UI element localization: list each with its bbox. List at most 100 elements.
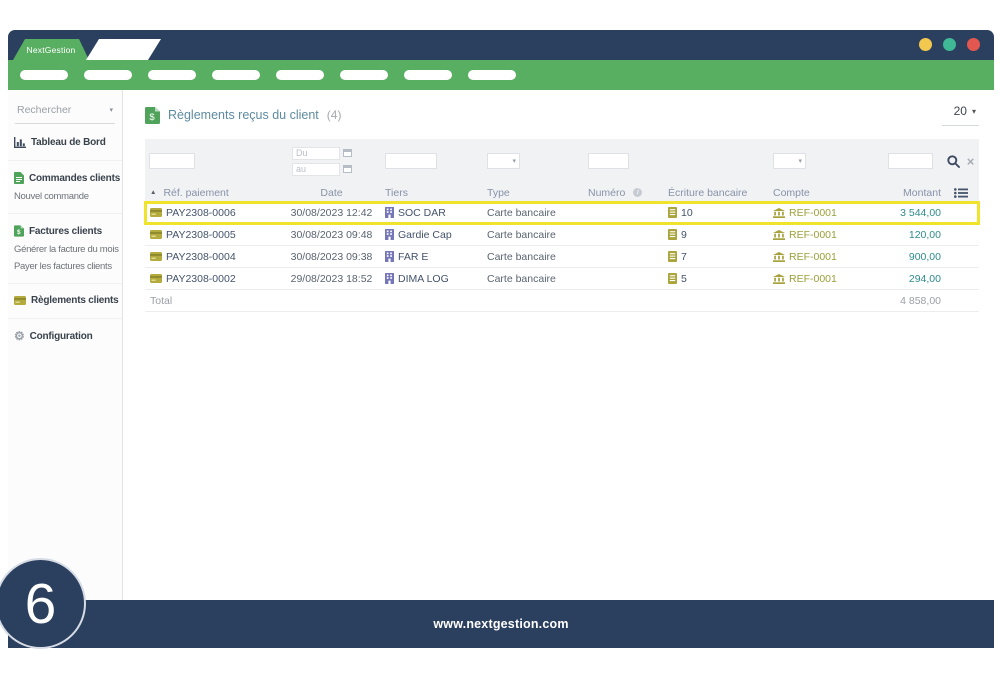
table-row[interactable]: PAY2308-0002 29/08/2023 18:52 DIMA LOG C… (145, 268, 979, 290)
sidebar: Rechercher ▾ Tableau de Bord Commandes c… (8, 90, 123, 600)
payment-card-icon (150, 274, 162, 283)
table-row[interactable]: PAY2308-0004 30/08/2023 09:38 FAR E Cart… (145, 246, 979, 268)
account-ref[interactable]: REF-0001 (789, 229, 837, 241)
window-titlebar: NextGestion (8, 30, 994, 60)
date-from-input[interactable] (292, 147, 340, 160)
list-icon (954, 188, 968, 198)
bank-entry-icon (668, 207, 677, 218)
montant-filter-input[interactable] (888, 153, 933, 169)
sidebar-item-tableau-de-bord[interactable]: Tableau de Bord (8, 133, 122, 152)
column-header-numero[interactable]: Numéro i (558, 183, 646, 202)
nav-item-placeholder[interactable] (212, 70, 260, 80)
bank-entry-icon (668, 229, 677, 240)
nav-item-placeholder[interactable] (468, 70, 516, 80)
payment-numero (558, 202, 646, 223)
account-ref[interactable]: REF-0001 (789, 207, 837, 219)
tiers-filter-input[interactable] (385, 153, 437, 169)
building-icon (385, 251, 394, 262)
payment-numero (558, 246, 646, 267)
nav-item-placeholder[interactable] (84, 70, 132, 80)
payment-ref[interactable]: PAY2308-0002 (166, 273, 236, 285)
sidebar-item-generer-facture[interactable]: Générer la facture du mois (8, 241, 122, 258)
chevron-down-icon: ▾ (512, 157, 516, 165)
nav-item-placeholder[interactable] (20, 70, 68, 80)
table-header: ▲ Réf. paiement Date Tiers Type Numéro i… (145, 183, 979, 202)
payment-date: 30/08/2023 09:38 (285, 246, 378, 267)
table-row[interactable]: PAY2308-0005 30/08/2023 09:48 Gardie Cap… (145, 224, 979, 246)
total-label: Total (145, 290, 285, 311)
tab-blank[interactable] (82, 39, 164, 60)
payment-card-icon (150, 230, 162, 239)
payment-ref[interactable]: PAY2308-0006 (166, 207, 236, 219)
bar-chart-icon (14, 137, 26, 148)
bank-icon (773, 230, 785, 240)
main-nav (8, 60, 994, 90)
payments-table: ▾ ▾ × (145, 139, 979, 312)
column-header-ecriture[interactable]: Écriture bancaire (646, 183, 756, 202)
column-header-type[interactable]: Type (463, 183, 558, 202)
payment-type: Carte bancaire (463, 224, 558, 245)
table-row[interactable]: PAY2308-0006 30/08/2023 12:42 SOC DAR Ca… (145, 202, 979, 224)
clear-filters-icon[interactable]: × (967, 155, 975, 168)
screen: { "window": { "brand": "NextGestion", "f… (0, 0, 1000, 679)
bank-entry[interactable]: 5 (681, 273, 687, 285)
nav-item-placeholder[interactable] (404, 70, 452, 80)
tiers-name[interactable]: FAR E (398, 251, 428, 263)
sidebar-item-reglements-clients[interactable]: Règlements clients (8, 291, 122, 310)
ref-filter-input[interactable] (149, 153, 195, 169)
chevron-down-icon: ▾ (798, 157, 802, 165)
tiers-name[interactable]: Gardie Cap (398, 229, 452, 241)
invoice-icon (14, 225, 24, 237)
numero-filter-input[interactable] (588, 153, 629, 169)
app-window: NextGestion Rechercher ▾ (8, 30, 994, 648)
search-placeholder: Rechercher (17, 104, 71, 116)
column-header-ref[interactable]: ▲ Réf. paiement (145, 183, 285, 202)
nav-item-placeholder[interactable] (276, 70, 324, 80)
payment-type: Carte bancaire (463, 246, 558, 267)
nav-item-placeholder[interactable] (340, 70, 388, 80)
sidebar-item-factures-clients[interactable]: Factures clients (8, 221, 122, 241)
search-icon[interactable] (947, 155, 960, 168)
payment-amount: 900,00 (854, 246, 943, 267)
column-header-compte[interactable]: Compte (756, 183, 854, 202)
search-select[interactable]: Rechercher ▾ (15, 102, 115, 124)
maximize-button[interactable] (943, 38, 956, 51)
page-size-select[interactable]: 20 ▾ (942, 104, 979, 126)
sidebar-item-configuration[interactable]: ⚙ Configuration (8, 326, 122, 346)
sidebar-item-commandes-clients[interactable]: Commandes clients (8, 168, 122, 188)
tab-nextgestion[interactable]: NextGestion (13, 39, 89, 60)
bank-entry[interactable]: 9 (681, 229, 687, 241)
sidebar-item-nouvel-commande[interactable]: Nouvel commande (8, 188, 122, 205)
window-controls (919, 38, 980, 51)
sidebar-item-payer-factures[interactable]: Payer les factures clients (8, 258, 122, 275)
page-size-value: 20 (954, 104, 967, 118)
type-filter-select[interactable]: ▾ (487, 153, 520, 169)
minimize-button[interactable] (919, 38, 932, 51)
compte-filter-select[interactable]: ▾ (773, 153, 806, 169)
sidebar-item-label: Configuration (30, 331, 93, 342)
sidebar-item-label: Règlements clients (31, 295, 119, 306)
bank-entry[interactable]: 10 (681, 207, 693, 219)
total-amount: 4 858,00 (854, 290, 943, 311)
column-settings-button[interactable] (943, 183, 978, 202)
order-document-icon (14, 172, 24, 184)
close-button[interactable] (967, 38, 980, 51)
footer-url: www.nextgestion.com (433, 617, 568, 631)
column-header-tiers[interactable]: Tiers (378, 183, 463, 202)
payment-ref[interactable]: PAY2308-0005 (166, 229, 236, 241)
account-ref[interactable]: REF-0001 (789, 251, 837, 263)
tiers-name[interactable]: DIMA LOG (398, 273, 449, 285)
payment-ref[interactable]: PAY2308-0004 (166, 251, 236, 263)
calendar-icon[interactable] (343, 149, 352, 157)
column-header-montant[interactable]: Montant (854, 183, 943, 202)
date-to-input[interactable] (292, 163, 340, 176)
bank-entry[interactable]: 7 (681, 251, 687, 263)
bank-icon (773, 208, 785, 218)
account-ref[interactable]: REF-0001 (789, 273, 837, 285)
nav-item-placeholder[interactable] (148, 70, 196, 80)
building-icon (385, 273, 394, 284)
invoice-icon (145, 107, 160, 124)
calendar-icon[interactable] (343, 165, 352, 173)
tiers-name[interactable]: SOC DAR (398, 207, 446, 219)
column-header-date[interactable]: Date (285, 183, 378, 202)
